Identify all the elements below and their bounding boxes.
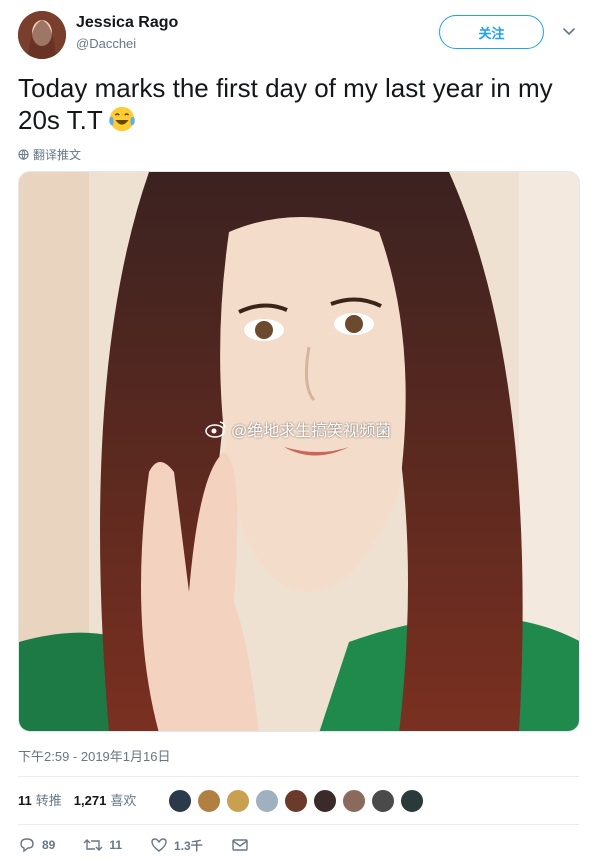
- weibo-icon: [205, 421, 226, 438]
- avatar-image: [18, 11, 66, 59]
- liker-avatar[interactable]: [255, 789, 279, 813]
- globe-icon: [18, 149, 29, 160]
- tweet-text-body: Today marks the first day of my last yea…: [18, 73, 553, 135]
- reply-count: 89: [42, 838, 56, 852]
- envelope-icon: [232, 839, 248, 851]
- display-name[interactable]: Jessica Rago: [76, 14, 178, 32]
- follow-button[interactable]: 关注: [439, 15, 544, 49]
- retweet-count: 11: [109, 838, 123, 852]
- liker-avatar[interactable]: [371, 789, 395, 813]
- likers-avatars: [168, 789, 424, 813]
- divider: [18, 824, 579, 825]
- like-button[interactable]: 1.3千: [150, 836, 203, 854]
- tweet-stats: 11 转推 1,271 喜欢: [18, 790, 148, 809]
- reply-icon: [20, 838, 34, 853]
- retweet-icon: [83, 839, 103, 851]
- chevron-down-icon[interactable]: [562, 24, 576, 38]
- like-count: 1.3千: [174, 838, 203, 853]
- liker-avatar[interactable]: [400, 789, 424, 813]
- tweet-photo[interactable]: @绝地求生搞笑视频菌: [18, 171, 580, 732]
- liker-avatar[interactable]: [313, 789, 337, 813]
- liker-avatar[interactable]: [168, 789, 192, 813]
- follow-button-label: 关注: [478, 25, 505, 41]
- direct-message-button[interactable]: [231, 836, 249, 854]
- liker-avatar[interactable]: [226, 789, 250, 813]
- reply-button[interactable]: 89: [18, 836, 55, 854]
- tweet-timestamp[interactable]: 下午2:59 - 2019年1月16日: [18, 746, 170, 765]
- liker-avatar[interactable]: [197, 789, 221, 813]
- likes-count: 1,271: [73, 793, 107, 808]
- avatar[interactable]: [18, 11, 66, 59]
- divider: [18, 776, 579, 777]
- liker-avatar[interactable]: [342, 789, 366, 813]
- retweets-stat[interactable]: 11 转推: [18, 790, 62, 809]
- likes-stat[interactable]: 1,271 喜欢: [74, 790, 137, 809]
- photo-watermark: @绝地求生搞笑视频菌: [205, 417, 391, 441]
- heart-icon: [151, 838, 167, 852]
- user-handle[interactable]: @Dacchei: [76, 36, 136, 51]
- retweet-button[interactable]: 11: [83, 836, 122, 854]
- likes-label: 喜欢: [110, 793, 137, 808]
- retweets-label: 转推: [35, 793, 62, 808]
- watermark-text: @绝地求生搞笑视频菌: [231, 423, 392, 440]
- face-with-tears-of-joy-icon: [109, 106, 135, 132]
- translate-tweet-link[interactable]: 翻译推文: [18, 146, 81, 163]
- tweet-card: Jessica Rago @Dacchei 关注 Today marks the…: [0, 0, 599, 860]
- liker-avatar[interactable]: [284, 789, 308, 813]
- selfie-photo: [19, 172, 579, 731]
- retweets-count: 11: [18, 793, 32, 808]
- translate-label: 翻译推文: [33, 148, 82, 162]
- tweet-actions: 89 11 1.3千: [18, 836, 277, 854]
- tweet-text: Today marks the first day of my last yea…: [18, 72, 578, 136]
